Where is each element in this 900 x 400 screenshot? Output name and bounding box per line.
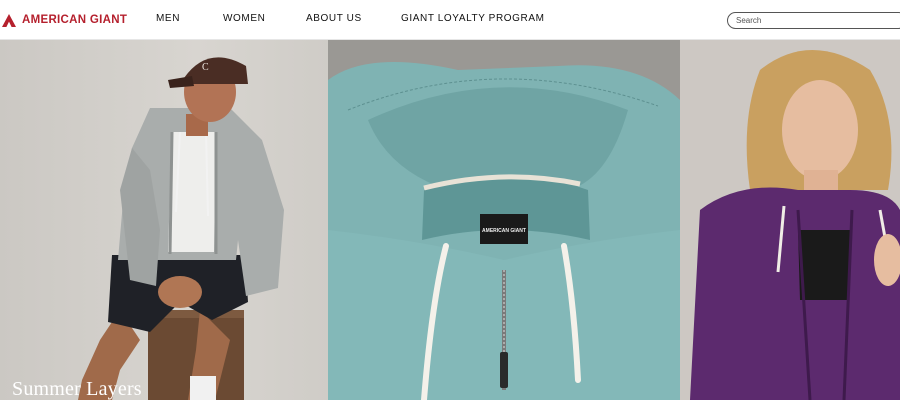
nav-about-us[interactable]: ABOUT US <box>306 13 362 24</box>
hero-image-teal-hoodie[interactable]: AMERICAN GIANT <box>328 40 680 400</box>
search-input[interactable] <box>736 14 896 27</box>
hero-headline[interactable]: Summer Layers <box>12 378 142 400</box>
garment-label-text: AMERICAN GIANT <box>482 228 526 234</box>
search-box[interactable] <box>727 12 900 29</box>
svg-text:C: C <box>202 62 209 73</box>
brand-logo[interactable]: AMERICAN GIANT <box>2 11 127 29</box>
hero-image-man[interactable]: C Summer Layers <box>0 40 328 400</box>
ag-triangle-icon <box>2 13 16 27</box>
hero-image-woman[interactable] <box>680 40 900 400</box>
brand-name: AMERICAN GIANT <box>22 14 128 26</box>
nav-giant-loyalty-program[interactable]: GIANT LOYALTY PROGRAM <box>401 13 545 24</box>
nav-men[interactable]: MEN <box>156 13 180 24</box>
site-header: AMERICAN GIANT MEN WOMEN ABOUT US GIANT … <box>0 0 900 40</box>
nav-women[interactable]: WOMEN <box>223 13 265 24</box>
hero-banner[interactable]: C Summer Layers AMERICAN GIANT <box>0 40 900 400</box>
